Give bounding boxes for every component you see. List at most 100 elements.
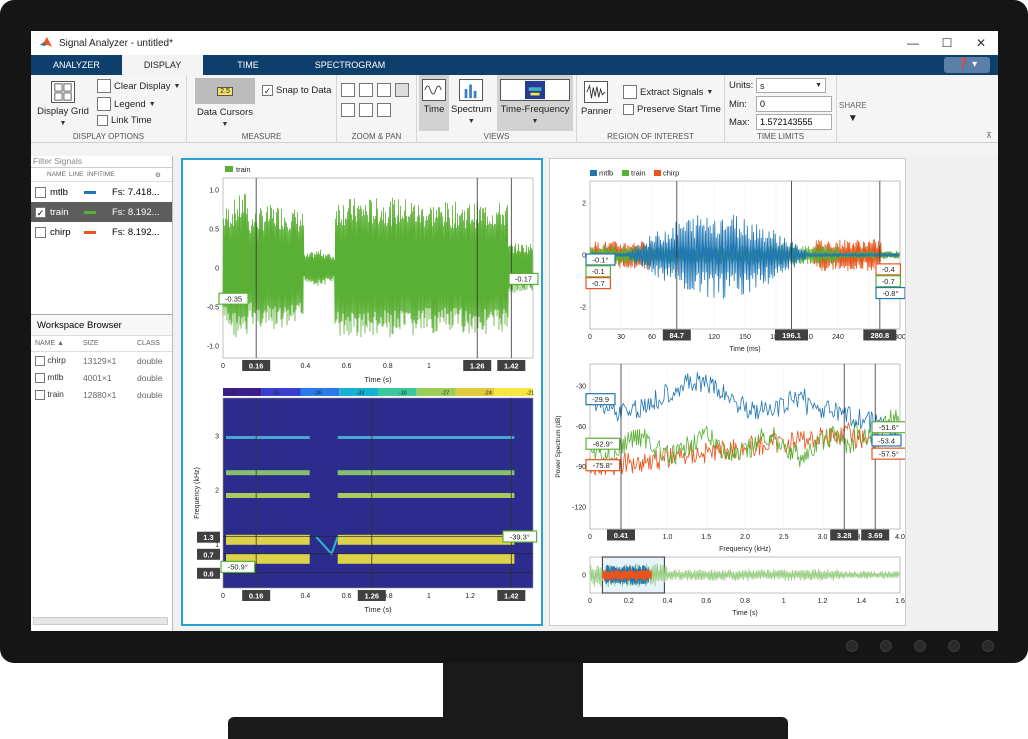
- multi-time-x-tick: 120: [708, 334, 720, 341]
- display-grid-label: Display Grid: [37, 106, 89, 117]
- checkbox-icon: [97, 115, 108, 126]
- spectrum-left-value: -75.8°: [593, 461, 613, 470]
- colorbar-segment: [416, 388, 456, 396]
- workspace-row[interactable]: chirp 13129×1 double: [31, 352, 172, 369]
- signal-row-chirp[interactable]: chirp Fs: 8.192...: [31, 222, 172, 242]
- zoom-x-icon[interactable]: [359, 83, 373, 97]
- pan-icon[interactable]: [377, 103, 391, 117]
- spectrum-cursor-label: 3.69: [868, 531, 883, 540]
- panner-x-tick: 0: [588, 598, 592, 605]
- left-plots-svg[interactable]: train1.00.50-0.5-1.000.20.40.60.811.21.4…: [183, 160, 541, 624]
- min-input[interactable]: [756, 96, 832, 112]
- spectrum-y-tick: -90: [576, 464, 586, 471]
- filter-signals-input[interactable]: Filter Signals: [31, 156, 172, 168]
- signal-time-info: Fs: 7.418...: [112, 186, 160, 198]
- legend-label-train: train: [236, 165, 251, 174]
- clear-display-button[interactable]: Clear Display ▼: [97, 79, 180, 93]
- colorbar-tick: -27: [441, 391, 449, 397]
- train-time-x-tick: 0: [221, 363, 225, 370]
- column-info-header[interactable]: INFO: [87, 171, 99, 178]
- right-plots-svg[interactable]: mtlbtrainchirp20-20306090120150180210240…: [550, 159, 907, 625]
- line-swatch[interactable]: [84, 190, 96, 194]
- pointer-icon[interactable]: [395, 83, 409, 97]
- signal-row-mtlb[interactable]: mtlb Fs: 7.418...: [31, 182, 172, 202]
- zoom-in-icon[interactable]: [341, 83, 355, 97]
- train-time-x-tick: 0.6: [342, 363, 352, 370]
- line-swatch[interactable]: [84, 210, 96, 214]
- link-time-checkbox[interactable]: Link Time: [97, 115, 152, 126]
- tab-spectrogram[interactable]: SPECTROGRAM: [293, 55, 408, 75]
- maximize-button[interactable]: ☐: [930, 31, 964, 55]
- spectrogram-x-tick: 0.6: [342, 593, 352, 600]
- spectrum-x-tick: 0: [588, 534, 592, 541]
- collapse-ribbon-icon[interactable]: ⊼: [986, 131, 992, 140]
- tab-analyzer[interactable]: ANALYZER: [31, 55, 122, 75]
- help-button[interactable]: ❓ ▾: [944, 57, 990, 73]
- panner-xlabel: Time (s): [732, 610, 757, 617]
- workspace-row[interactable]: mtlb 4001×1 double: [31, 369, 172, 386]
- tab-time[interactable]: TIME: [203, 55, 293, 75]
- clear-display-label: Clear Display: [114, 80, 171, 92]
- zoom-tools-row: [341, 83, 409, 97]
- extract-signals-button[interactable]: Extract Signals ▼: [623, 85, 713, 99]
- ws-size-header[interactable]: SIZE: [83, 340, 137, 347]
- signal-row-train[interactable]: ✓ train Fs: 8.192...: [31, 202, 172, 222]
- app-window: Signal Analyzer - untitled* — ☐ ✕ ANALYZ…: [31, 31, 998, 631]
- close-button[interactable]: ✕: [964, 31, 998, 55]
- share-arrow-icon: ▼: [847, 113, 858, 124]
- legend-button[interactable]: Legend ▼: [97, 97, 156, 111]
- multi-cursor-label: 84.7: [669, 331, 684, 340]
- time-cursor-label: 1.42: [504, 362, 519, 371]
- ws-var-size: 4001×1: [83, 372, 112, 383]
- zoom-out-icon[interactable]: [341, 103, 355, 117]
- display-grid-button[interactable]: Display Grid ▼: [35, 81, 91, 127]
- time-frequency-view-button[interactable]: Time-Frequency ▼: [497, 75, 573, 131]
- signal-checkbox[interactable]: [35, 226, 46, 238]
- gear-icon[interactable]: ⚙: [155, 171, 161, 179]
- spectrum-view-button[interactable]: Spectrum ▼: [451, 79, 492, 125]
- share-button[interactable]: SHARE ▼: [839, 101, 867, 124]
- fit-icon[interactable]: [359, 103, 373, 117]
- spectrogram-x-tick: 1.2: [465, 593, 475, 600]
- multi-time-x-tick: 0: [588, 334, 592, 341]
- column-time-header[interactable]: TIME: [99, 171, 155, 178]
- panner-button[interactable]: Panner: [581, 81, 612, 117]
- max-input[interactable]: [756, 114, 832, 130]
- spec-cursor-label: 1.26: [364, 592, 379, 601]
- preserve-start-time-checkbox[interactable]: Preserve Start Time: [623, 104, 721, 115]
- tab-display[interactable]: DISPLAY: [121, 55, 204, 75]
- spectrum-cursor-label: 3.28: [837, 531, 852, 540]
- horizontal-scrollbar[interactable]: [33, 617, 168, 625]
- column-line-header[interactable]: LINE: [69, 171, 87, 178]
- legend-label: chirp: [663, 169, 679, 178]
- line-swatch[interactable]: [84, 230, 96, 234]
- snap-to-data-checkbox[interactable]: ✓ Snap to Data: [262, 85, 331, 96]
- signal-time-info: Fs: 8.192...: [112, 226, 160, 238]
- signal-checkbox[interactable]: [35, 186, 46, 198]
- spectrum-y-tick: -30: [576, 384, 586, 391]
- column-name-header[interactable]: NAME: [47, 171, 69, 178]
- workspace-row[interactable]: train 12880×1 double: [31, 386, 172, 403]
- units-dropdown[interactable]: s ▼: [756, 78, 826, 93]
- multi-cursor-label: 196.1: [782, 331, 801, 340]
- snap-to-data-label: Snap to Data: [276, 85, 332, 96]
- ws-class-header[interactable]: CLASS: [137, 340, 160, 347]
- train-time-x-tick: 0.8: [383, 363, 393, 370]
- data-cursors-button[interactable]: 2.5 Data Cursors ▼: [195, 78, 255, 128]
- train-time-x-tick: 1: [427, 363, 431, 370]
- time-view-button[interactable]: Time: [419, 75, 449, 131]
- dropdown-arrow-icon: ▼: [173, 82, 181, 90]
- multi-time-xlabel: Time (ms): [729, 346, 760, 353]
- share-label: SHARE: [839, 101, 867, 110]
- signal-checkbox-checked[interactable]: ✓: [35, 206, 46, 218]
- spectrogram-band: [226, 470, 310, 476]
- time-wave-icon: [422, 79, 446, 101]
- zoom-y-icon[interactable]: [377, 83, 391, 97]
- legend-swatch: [590, 170, 597, 176]
- ws-name-header[interactable]: NAME ▲: [31, 340, 83, 347]
- multi-cursor-label: 280.8: [870, 331, 889, 340]
- panner-x-tick: 0.4: [663, 598, 673, 605]
- min-row: Min:: [729, 96, 832, 112]
- multi-time-x-tick: 150: [739, 334, 751, 341]
- minimize-button[interactable]: —: [896, 31, 930, 55]
